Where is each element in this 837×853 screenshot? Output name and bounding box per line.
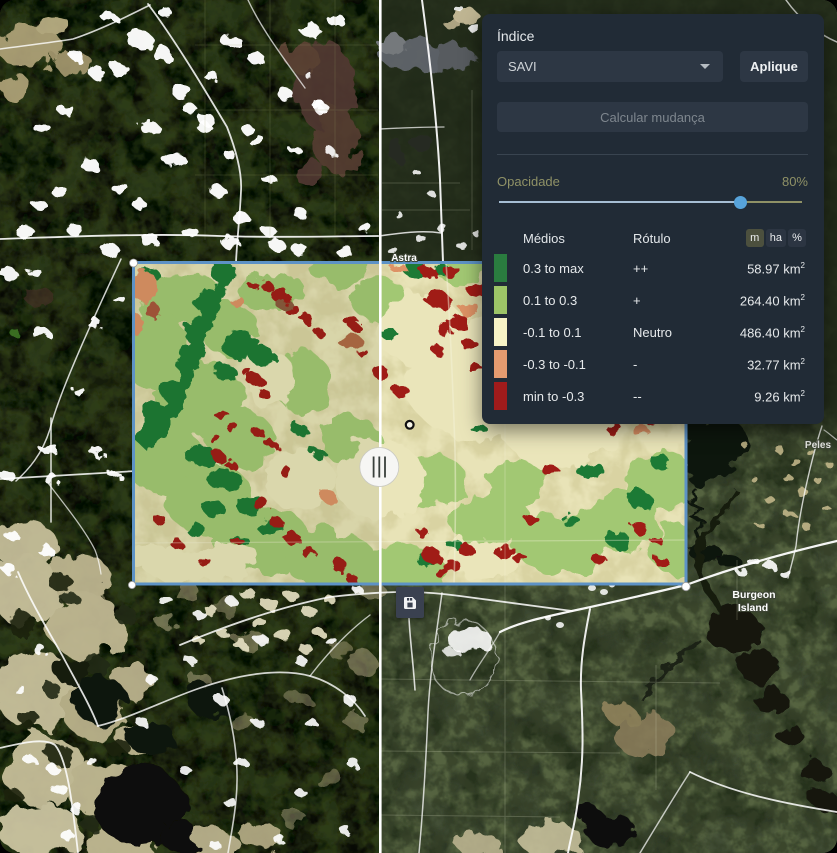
- svg-text:Astra: Astra: [391, 253, 417, 264]
- svg-text:Burgeon: Burgeon: [732, 589, 775, 601]
- svg-text:Peles: Peles: [805, 440, 832, 451]
- svg-text:Island: Island: [738, 602, 768, 614]
